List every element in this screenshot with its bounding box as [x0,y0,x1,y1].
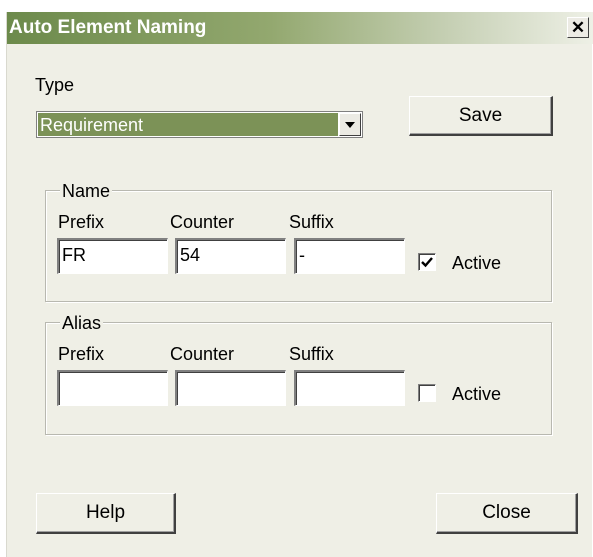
alias-active-label: Active [452,384,502,404]
name-active-checkbox[interactable] [418,253,436,271]
alias-counter-field[interactable] [175,370,286,406]
window-title: Auto Element Naming [9,17,207,38]
help-button[interactable]: Help [36,493,176,534]
checkmark-icon [421,257,433,268]
close-button[interactable]: Close [436,493,578,534]
type-dropdown[interactable]: Requirement [36,111,363,138]
alias-prefix-label: Prefix [58,344,105,364]
name-group-legend: Name [60,181,113,201]
save-button[interactable]: Save [409,96,553,136]
name-counter-field[interactable]: 54 [175,238,286,274]
name-active-label: Active [452,253,502,273]
name-suffix-label: Suffix [289,212,334,232]
alias-counter-label: Counter [170,344,235,364]
type-selected-value: Requirement [38,113,338,136]
name-counter-label: Counter [170,212,235,232]
name-prefix-field[interactable]: FR [57,238,168,274]
type-label: Type [35,75,75,95]
name-prefix-label: Prefix [58,212,105,232]
name-suffix-field[interactable]: - [294,238,405,274]
alias-group-legend: Alias [60,313,104,333]
auto-element-naming-dialog: Auto Element Naming ✕ Type Requirement S… [6,12,593,557]
alias-suffix-label: Suffix [289,344,334,364]
title-bar[interactable]: Auto Element Naming ✕ [7,12,593,44]
chevron-down-icon[interactable] [339,113,361,136]
alias-suffix-field[interactable] [294,370,405,406]
close-icon[interactable]: ✕ [567,17,589,38]
alias-active-checkbox[interactable] [418,384,436,402]
alias-prefix-field[interactable] [57,370,168,406]
